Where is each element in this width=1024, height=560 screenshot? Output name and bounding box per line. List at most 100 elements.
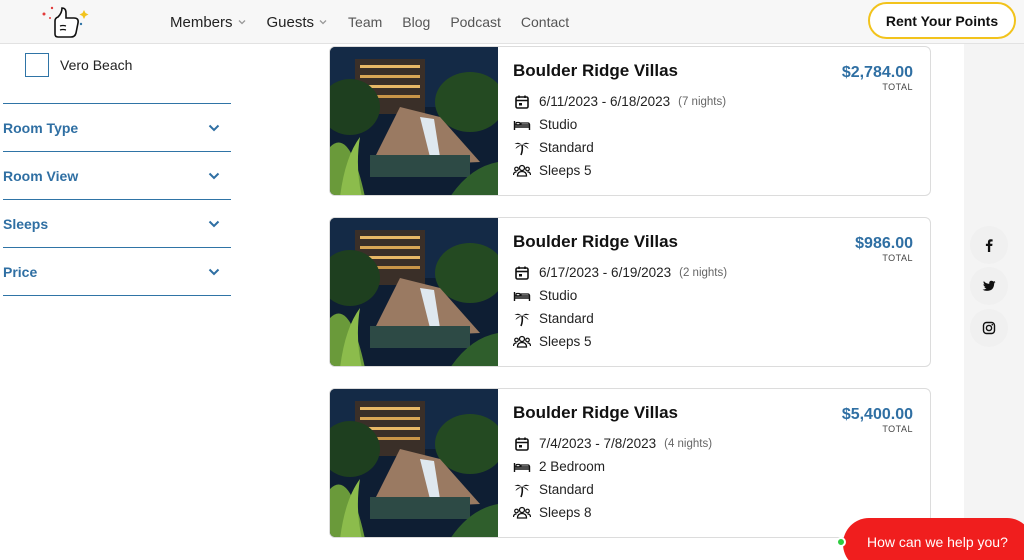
listing-price-block: $2,784.00 TOTAL: [842, 64, 913, 92]
filter-room-type[interactable]: Room Type: [3, 103, 231, 151]
chevron-down-icon: [208, 268, 220, 275]
listing-price-label: TOTAL: [882, 253, 913, 263]
filter-divider: [3, 295, 231, 296]
listing-room-type: Studio: [513, 284, 727, 307]
listing-sleeps: Sleeps 8: [513, 501, 712, 524]
listing-view-label: Standard: [539, 311, 594, 326]
filter-label: Price: [3, 263, 38, 280]
listing-card[interactable]: Boulder Ridge Villas 7/4/2023 - 7/8/2023…: [329, 388, 931, 538]
listing-nights: (4 nights): [664, 437, 713, 450]
resort-photo: [330, 389, 498, 537]
listing-details: Boulder Ridge Villas 7/4/2023 - 7/8/2023…: [513, 403, 712, 524]
facebook-button[interactable]: [970, 226, 1008, 264]
filter-label: Room Type: [3, 119, 79, 136]
listing-price: $986.00: [855, 235, 913, 252]
filter-price[interactable]: Price: [3, 247, 231, 295]
listing-nights: (2 nights): [679, 266, 728, 279]
nav-blog[interactable]: Blog: [402, 14, 430, 30]
nav-guests[interactable]: Guests: [267, 14, 329, 31]
listing-dates: 6/17/2023 - 6/19/2023 (2 nights): [513, 261, 727, 284]
location-option-vero-beach[interactable]: Vero Beach: [25, 53, 132, 77]
listing-date-range: 7/4/2023 - 7/8/2023: [539, 436, 657, 451]
chevron-down-icon: [208, 172, 220, 179]
calendar-icon: [515, 95, 529, 109]
twitter-button[interactable]: [970, 267, 1008, 305]
listing-price-label: TOTAL: [882, 424, 913, 434]
nav-members[interactable]: Members: [170, 14, 247, 31]
listing-room-type: 2 Bedroom: [513, 455, 712, 478]
listing-title: Boulder Ridge Villas: [513, 232, 679, 251]
listing-room-label: Studio: [539, 288, 578, 303]
listing-dates: 7/4/2023 - 7/8/2023 (4 nights): [513, 432, 712, 455]
nav-guests-label: Guests: [266, 13, 315, 31]
chevron-down-icon: [238, 20, 245, 25]
people-icon: [513, 335, 531, 348]
people-icon: [513, 506, 531, 519]
rent-your-points-button[interactable]: Rent Your Points: [868, 2, 1016, 39]
nav-members-label: Members: [170, 13, 233, 31]
listing-view-label: Standard: [539, 140, 594, 155]
listing-view: Standard: [513, 478, 712, 501]
location-option-label: Vero Beach: [60, 57, 133, 73]
palm-tree-icon: [514, 142, 530, 155]
listing-dates: 6/11/2023 - 6/18/2023 (7 nights): [513, 90, 726, 113]
listing-room-label: Studio: [539, 117, 578, 132]
listing-view: Standard: [513, 307, 727, 330]
filter-label: Sleeps: [3, 215, 49, 232]
listing-price-block: $5,400.00 TOTAL: [842, 406, 913, 434]
listing-sleeps: Sleeps 5: [513, 159, 726, 182]
palm-tree-icon: [514, 313, 530, 326]
chevron-down-icon: [319, 20, 327, 25]
listing-sleeps: Sleeps 5: [513, 330, 727, 353]
twitter-icon: [982, 280, 996, 291]
listing-price: $5,400.00: [841, 406, 913, 423]
online-status-dot: [836, 537, 846, 547]
bed-icon: [513, 120, 531, 130]
bed-icon: [513, 462, 531, 472]
listing-details: Boulder Ridge Villas 6/17/2023 - 6/19/20…: [513, 232, 727, 353]
instagram-icon: [982, 321, 996, 335]
filter-label: Room View: [3, 167, 79, 184]
resort-photo: [330, 47, 498, 195]
listing-card[interactable]: Boulder Ridge Villas 6/17/2023 - 6/19/20…: [329, 217, 931, 367]
listing-details: Boulder Ridge Villas 6/11/2023 - 6/18/20…: [513, 61, 726, 182]
nav-podcast[interactable]: Podcast: [450, 14, 501, 30]
facebook-icon: [985, 239, 993, 252]
nav-team[interactable]: Team: [348, 14, 382, 30]
nav-contact[interactable]: Contact: [521, 14, 569, 30]
calendar-icon: [515, 266, 529, 280]
site-header: Members Guests Team Blog Podcast Contact…: [0, 0, 1024, 44]
listing-title: Boulder Ridge Villas: [513, 403, 679, 422]
resort-photo: [330, 218, 498, 366]
listing-view-label: Standard: [539, 482, 594, 497]
listing-sleeps-label: Sleeps 5: [539, 334, 592, 349]
vero-beach-checkbox[interactable]: [25, 53, 49, 77]
calendar-icon: [515, 437, 529, 451]
listing-room-label: 2 Bedroom: [539, 459, 606, 474]
listing-sleeps-label: Sleeps 8: [539, 505, 592, 520]
listing-price: $2,784.00: [841, 64, 913, 81]
listing-view: Standard: [513, 136, 726, 159]
filter-sidebar: Vero Beach Room Type Room View Sleeps Pr…: [0, 44, 296, 560]
listing-price-block: $986.00 TOTAL: [855, 235, 913, 263]
listing-date-range: 6/17/2023 - 6/19/2023: [539, 265, 672, 280]
listing-room-type: Studio: [513, 113, 726, 136]
filter-room-view[interactable]: Room View: [3, 151, 231, 199]
listing-title: Boulder Ridge Villas: [513, 61, 679, 80]
listing-date-range: 6/11/2023 - 6/18/2023: [539, 94, 671, 109]
listing-nights: (7 nights): [678, 95, 727, 108]
people-icon: [513, 164, 531, 177]
bed-icon: [513, 291, 531, 301]
listing-sleeps-label: Sleeps 5: [539, 163, 592, 178]
filter-sleeps[interactable]: Sleeps: [3, 199, 231, 247]
instagram-button[interactable]: [970, 309, 1008, 347]
listing-price-label: TOTAL: [882, 82, 913, 92]
chevron-down-icon: [208, 124, 220, 131]
palm-tree-icon: [514, 484, 530, 497]
listings-panel: Boulder Ridge Villas 6/11/2023 - 6/18/20…: [296, 44, 964, 560]
listing-card[interactable]: Boulder Ridge Villas 6/11/2023 - 6/18/20…: [329, 46, 931, 196]
thumbs-up-logo-icon[interactable]: [40, 4, 92, 40]
main-nav: Members Guests Team Blog Podcast Contact: [170, 0, 569, 44]
chevron-down-icon: [208, 220, 220, 227]
chat-widget-button[interactable]: How can we help you?: [843, 518, 1024, 560]
